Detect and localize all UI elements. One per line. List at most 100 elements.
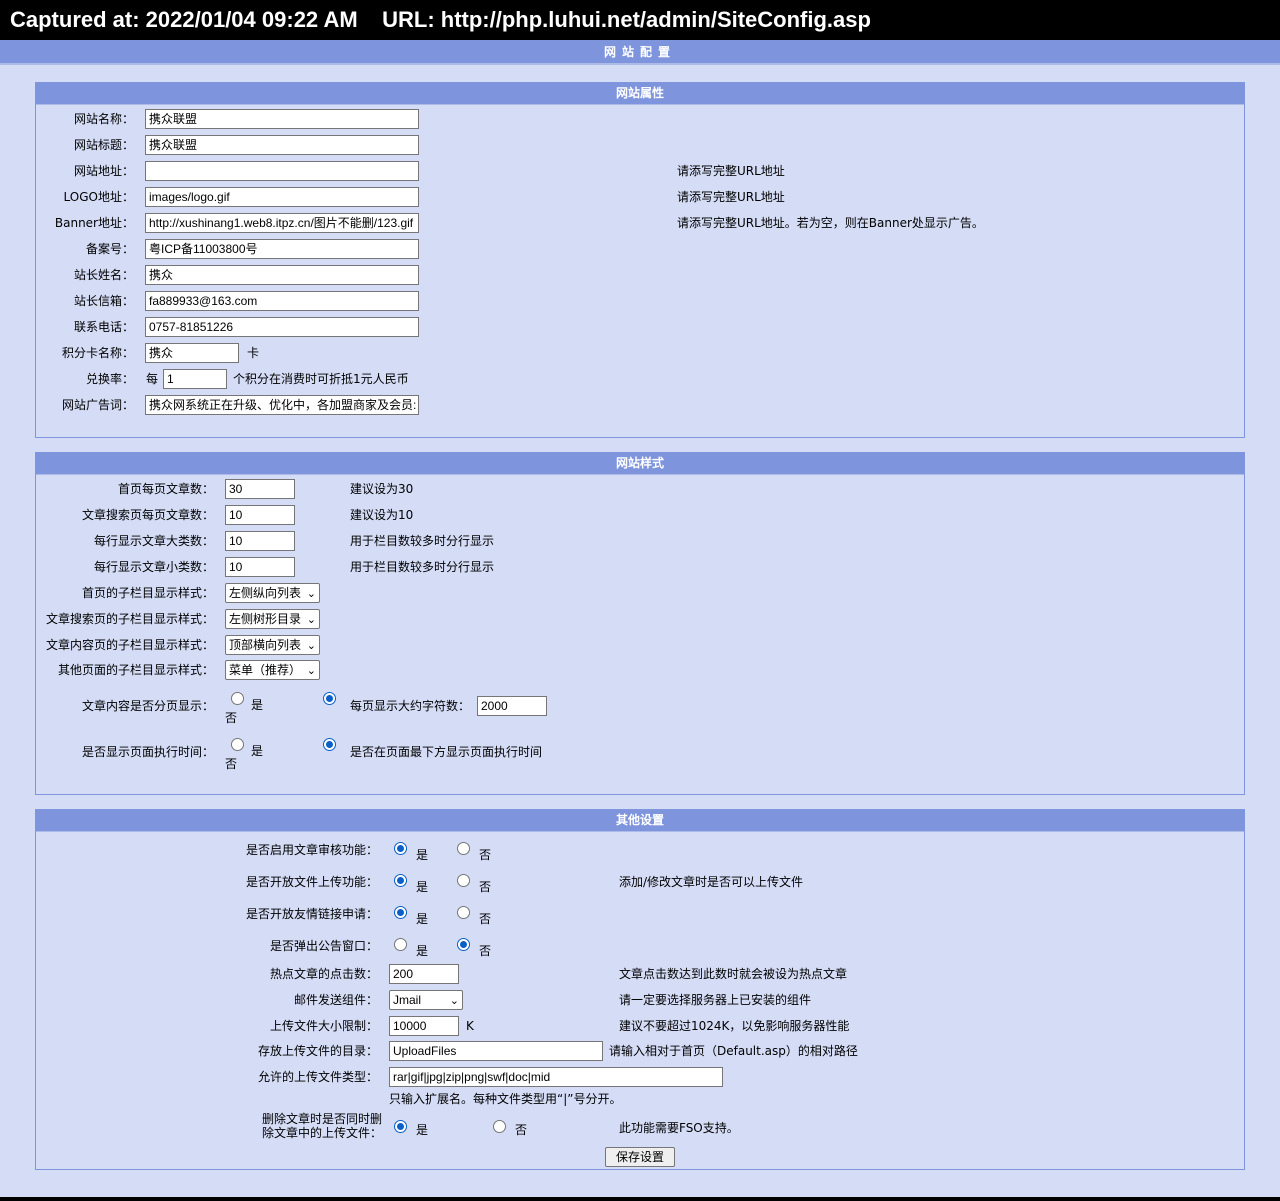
chevron-down-icon: ⌄ — [306, 640, 316, 652]
upload-no-label: 否 — [479, 880, 492, 894]
paging-no-label: 否 — [225, 711, 238, 725]
upload-types-input[interactable]: rar|gif|jpg|zip|png|swf|doc|mid — [389, 1067, 723, 1087]
upload-types-row: 允许的上传文件类型： rar|gif|jpg|zip|png|swf|doc|m… — [36, 1067, 1244, 1091]
minor-classes-input[interactable]: 10 — [225, 557, 295, 577]
upload-dir-input[interactable]: UploadFiles — [389, 1041, 603, 1061]
search-sub-style-value: 左侧树形目录 — [229, 612, 302, 626]
phone-input[interactable]: 0757-81851226 — [145, 317, 419, 337]
card-name-input[interactable]: 携众 — [145, 343, 239, 363]
links-no-label: 否 — [479, 912, 492, 926]
minor-classes-label: 每行显示文章小类数： — [93, 560, 214, 574]
rate-row: 兑换率： 每 1 个积分在消费时可折抵1元人民币 — [36, 369, 1244, 393]
card-name-label: 积分卡名称： — [61, 346, 134, 360]
popup-yes-label: 是 — [416, 944, 429, 958]
logo-url-input[interactable]: images/logo.gif — [145, 187, 419, 207]
minor-classes-row: 每行显示文章小类数： 10 用于栏目数较多时分行显示 — [36, 557, 1244, 581]
banner-url-hint: 请添写完整URL地址。若为空，则在Banner处显示广告。 — [677, 216, 984, 230]
home-articles-input[interactable]: 30 — [225, 479, 295, 499]
other-sub-style-row: 其他页面的子栏目显示样式： 菜单（推荐） ⌄ — [36, 660, 1244, 684]
ad-text-input[interactable]: 携众网系统正在升级、优化中，各加盟商家及会员: — [145, 395, 419, 415]
search-sub-style-select[interactable]: 左侧树形目录 ⌄ — [225, 609, 320, 629]
links-yes-radio[interactable] — [394, 906, 407, 919]
site-name-row: 网站名称： 携众联盟 — [36, 109, 1244, 133]
logo-url-hint: 请添写完整URL地址 — [677, 190, 785, 204]
popup-no-radio[interactable] — [457, 938, 470, 951]
site-properties-header: 网站属性 — [36, 83, 1244, 105]
upload-size-label: 上传文件大小限制： — [269, 1019, 378, 1033]
chevron-down-icon: ⌄ — [306, 665, 316, 677]
search-articles-label: 文章搜索页每页文章数： — [81, 508, 214, 522]
paging-chars-input[interactable]: 2000 — [477, 696, 547, 716]
icp-input[interactable]: 粤ICP备11003800号 — [145, 239, 419, 259]
home-sub-style-select[interactable]: 左侧纵向列表 ⌄ — [225, 583, 320, 603]
rate-input[interactable]: 1 — [163, 369, 227, 389]
content-sub-style-row: 文章内容页的子栏目显示样式： 顶部横向列表 ⌄ — [36, 635, 1244, 659]
upload-size-input[interactable]: 10000 — [389, 1016, 459, 1036]
banner-url-row: Banner地址： http://xushinang1.web8.itpz.cn… — [36, 213, 1244, 237]
home-sub-style-value: 左侧纵向列表 — [229, 586, 302, 600]
logo-url-row: LOGO地址： images/logo.gif 请添写完整URL地址 — [36, 187, 1244, 211]
upload-no-radio[interactable] — [457, 874, 470, 887]
other-settings-panel: 其他设置 是否启用文章审核功能： 是 否 是否开放文件上传功能： 是 否 添加/… — [35, 809, 1245, 1170]
paging-chars-label: 每页显示大约字符数： — [350, 699, 471, 713]
home-sub-style-row: 首页的子栏目显示样式： 左侧纵向列表 ⌄ — [36, 583, 1244, 607]
site-properties-panel: 网站属性 网站名称： 携众联盟 网站标题： 携众联盟 网站地址： 请添写完整UR… — [35, 82, 1245, 438]
mail-component-label: 邮件发送组件： — [293, 993, 378, 1007]
home-articles-label: 首页每页文章数： — [117, 482, 214, 496]
exec-time-yes-radio[interactable] — [231, 738, 244, 751]
banner-url-input[interactable]: http://xushinang1.web8.itpz.cn/图片不能删/123… — [145, 213, 419, 233]
site-name-input[interactable]: 携众联盟 — [145, 109, 419, 129]
other-settings-header: 其他设置 — [36, 810, 1244, 832]
audit-yes-radio[interactable] — [394, 842, 407, 855]
upload-size-hint: 建议不要超过1024K，以免影响服务器性能 — [619, 1019, 850, 1033]
popup-yes-radio[interactable] — [394, 938, 407, 951]
mail-component-select[interactable]: Jmail ⌄ — [389, 990, 463, 1010]
webmaster-name-label: 站长姓名： — [73, 268, 134, 282]
delete-files-label-line1: 删除文章时是否同时删 — [262, 1112, 383, 1126]
popup-row: 是否弹出公告窗口： 是 否 — [36, 936, 1244, 960]
other-sub-style-value: 菜单（推荐） — [229, 663, 302, 677]
banner-url-label: Banner地址： — [54, 216, 134, 230]
webmaster-email-input[interactable]: fa889933@163.com — [145, 291, 419, 311]
major-classes-label: 每行显示文章大类数： — [93, 534, 214, 548]
site-title-label: 网站标题： — [73, 138, 134, 152]
paging-label: 文章内容是否分页显示： — [81, 699, 214, 713]
content-sub-style-label: 文章内容页的子栏目显示样式： — [45, 638, 214, 652]
site-style-panel: 网站样式 首页每页文章数： 30 建议设为30 文章搜索页每页文章数： 10 建… — [35, 452, 1245, 795]
exec-time-yes-label: 是 — [251, 744, 264, 758]
icp-row: 备案号： 粤ICP备11003800号 — [36, 239, 1244, 263]
minor-classes-hint: 用于栏目数较多时分行显示 — [350, 560, 495, 574]
search-articles-input[interactable]: 10 — [225, 505, 295, 525]
upload-size-row: 上传文件大小限制： 10000 K 建议不要超过1024K，以免影响服务器性能 — [36, 1016, 1244, 1040]
hot-clicks-row: 热点文章的点击数： 200 文章点击数达到此数时就会被设为热点文章 — [36, 964, 1244, 988]
phone-row: 联系电话： 0757-81851226 — [36, 317, 1244, 341]
webmaster-email-row: 站长信箱： fa889933@163.com — [36, 291, 1244, 315]
webmaster-name-input[interactable]: 携众 — [145, 265, 419, 285]
webmaster-email-label: 站长信箱： — [73, 294, 134, 308]
site-url-input[interactable] — [145, 161, 419, 181]
save-settings-button[interactable]: 保存设置 — [605, 1147, 675, 1167]
chevron-down-icon: ⌄ — [306, 614, 316, 626]
links-no-radio[interactable] — [457, 906, 470, 919]
upload-dir-row: 存放上传文件的目录： UploadFiles 请输入相对于首页（Default.… — [36, 1041, 1244, 1065]
other-sub-style-select[interactable]: 菜单（推荐） ⌄ — [225, 660, 320, 680]
upload-dir-label: 存放上传文件的目录： — [257, 1044, 378, 1058]
delete-files-no-radio[interactable] — [493, 1120, 506, 1133]
capture-info-bar: Captured at: 2022/01/04 09:22 AM URL: ht… — [0, 0, 1280, 40]
search-articles-hint: 建议设为10 — [350, 508, 414, 522]
delete-files-yes-radio[interactable] — [394, 1120, 407, 1133]
delete-files-no-label: 否 — [515, 1123, 528, 1137]
audit-no-radio[interactable] — [457, 842, 470, 855]
exec-time-no-radio[interactable] — [323, 738, 336, 751]
paging-yes-radio[interactable] — [231, 692, 244, 705]
upload-yes-radio[interactable] — [394, 874, 407, 887]
hot-clicks-input[interactable]: 200 — [389, 964, 459, 984]
card-name-row: 积分卡名称： 携众 卡 — [36, 343, 1244, 367]
major-classes-input[interactable]: 10 — [225, 531, 295, 551]
site-name-label: 网站名称： — [73, 112, 134, 126]
paging-no-radio[interactable] — [323, 692, 336, 705]
site-title-input[interactable]: 携众联盟 — [145, 135, 419, 155]
icp-label: 备案号： — [85, 242, 134, 256]
other-sub-style-label: 其他页面的子栏目显示样式： — [57, 663, 214, 677]
content-sub-style-select[interactable]: 顶部横向列表 ⌄ — [225, 635, 320, 655]
